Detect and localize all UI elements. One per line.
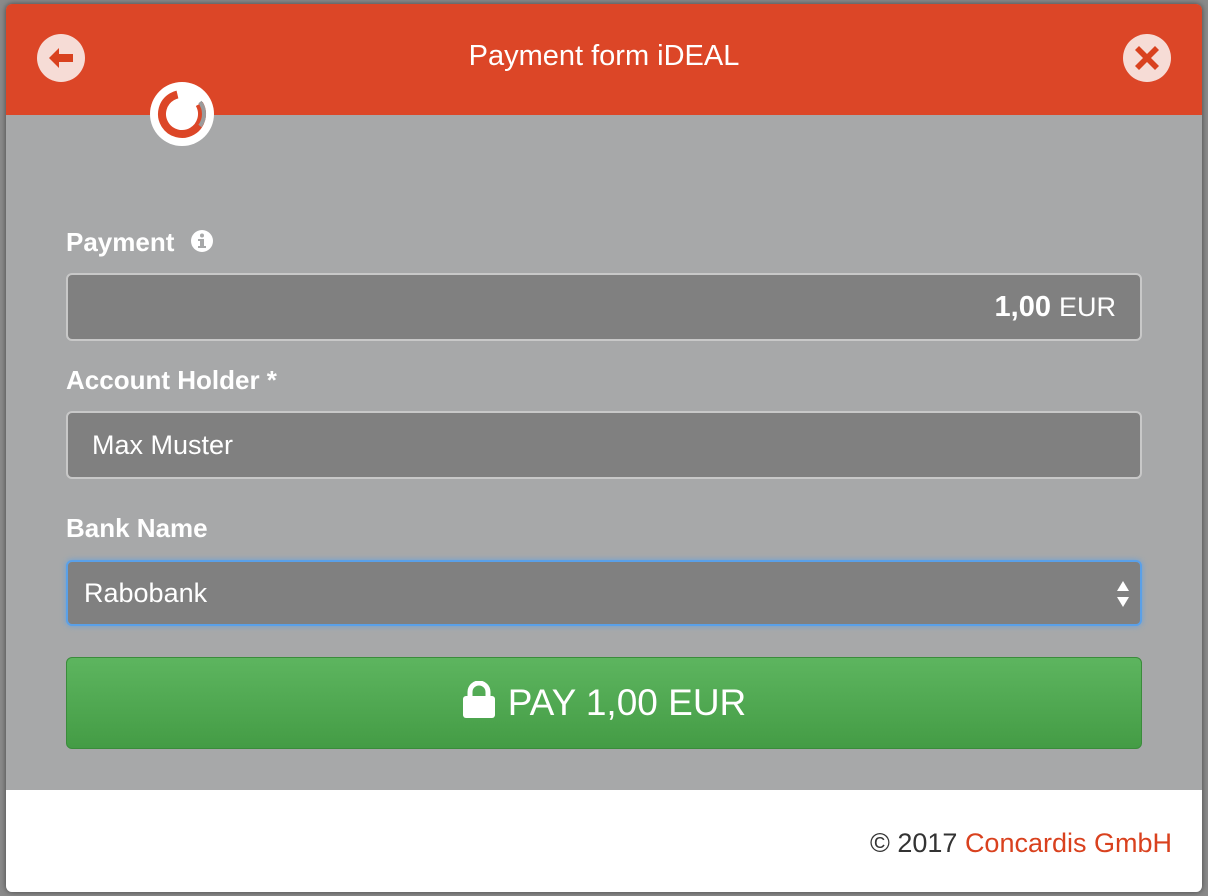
concardis-logo-icon xyxy=(158,90,206,138)
payment-modal: Payment form iDEAL Payment 1,00 EUR Acco… xyxy=(6,4,1202,892)
company-link[interactable]: Concardis GmbH xyxy=(965,828,1172,858)
lock-icon xyxy=(462,681,495,718)
close-button[interactable] xyxy=(1123,34,1171,82)
account-holder-value: Max Muster xyxy=(92,429,234,460)
modal-footer: © 2017 Concardis GmbH xyxy=(6,790,1202,892)
account-holder-label: Account Holder * xyxy=(66,365,277,395)
payment-label: Payment xyxy=(66,227,214,258)
footer-copyright: © 2017 Concardis GmbH xyxy=(870,828,1172,859)
select-arrows-icon xyxy=(1117,581,1129,607)
payment-currency: EUR xyxy=(1058,291,1116,322)
payment-amount-field: 1,00 EUR xyxy=(66,273,1142,341)
payment-amount: 1,00 xyxy=(994,290,1051,323)
pay-button-label: PAY 1,00 EUR xyxy=(507,682,747,723)
concardis-logo xyxy=(150,82,214,146)
copyright-text: © 2017 xyxy=(869,828,958,858)
info-icon[interactable] xyxy=(190,229,214,253)
bank-name-label: Bank Name xyxy=(66,513,208,543)
account-holder-input[interactable]: Max Muster xyxy=(66,411,1142,479)
modal-title: Payment form iDEAL xyxy=(468,40,740,72)
close-icon xyxy=(1135,46,1159,70)
bank-name-select[interactable]: Rabobank xyxy=(66,560,1142,626)
payment-label-text: Payment xyxy=(66,227,175,257)
bank-selected-value: Rabobank xyxy=(84,577,208,608)
pay-button[interactable]: PAY 1,00 EUR xyxy=(66,657,1142,749)
